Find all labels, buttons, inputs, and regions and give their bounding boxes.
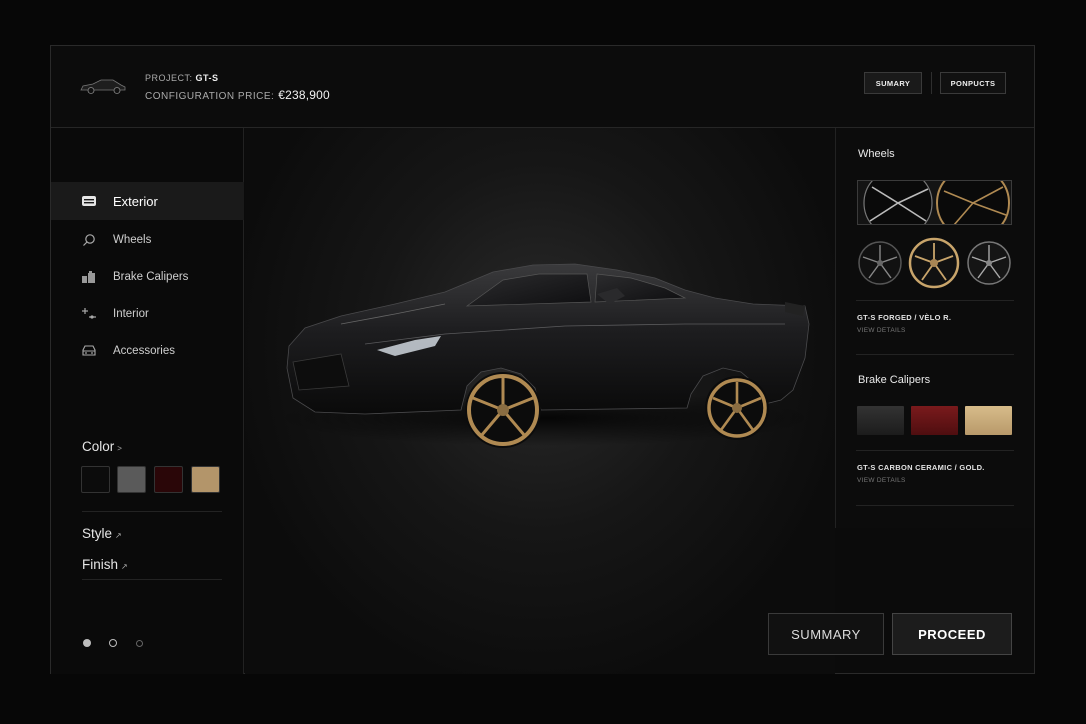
chevron-right-icon: > (117, 444, 122, 453)
pagination-dot-1[interactable] (83, 639, 91, 647)
header-bar: PROJECT: GT-S CONFIGURATION PRICE: €238,90… (51, 46, 1034, 128)
header-summary-button[interactable]: SUMARY (864, 72, 922, 94)
divider (82, 511, 222, 512)
wheel-view-details-link[interactable]: VIEW DETAILS (857, 327, 906, 334)
chevron-right-icon: ↗ (115, 531, 122, 540)
caliper-swatch-gold[interactable] (965, 406, 1012, 435)
color-swatch-black[interactable] (81, 466, 110, 493)
pagination-dot-2[interactable] (109, 639, 117, 647)
sidebar-item-exterior[interactable]: Exterior (51, 182, 244, 220)
rear-wheel (705, 376, 769, 440)
sidebar-item-label: Exterior (113, 193, 158, 209)
car-thumbnail-icon (80, 79, 126, 94)
color-swatch-gold[interactable] (191, 466, 220, 493)
seat-adjust-icon (81, 307, 97, 321)
wheel-option-black[interactable] (857, 240, 903, 286)
sidebar-item-label: Brake Calipers (113, 271, 189, 283)
divider (856, 300, 1014, 301)
style-label-text: Style (82, 526, 113, 541)
selected-caliper-name: GT-S CARBON CERAMIC / GOLD. (857, 463, 985, 472)
summary-button[interactable]: SUMMARY (768, 613, 884, 655)
sidebar-item-label: Wheels (113, 234, 152, 246)
project-name: GT-S (195, 73, 219, 83)
proceed-button[interactable]: PROCEED (892, 613, 1012, 655)
configurator-window: PROJECT: GT-S CONFIGURATION PRICE: €238,90… (50, 45, 1035, 674)
divider (856, 354, 1014, 355)
sidebar: Exterior Wheels Brake Calipers Interior … (51, 128, 244, 674)
sidebar-item-accessories[interactable]: Accessories (51, 332, 244, 370)
sidebar-item-interior[interactable]: Interior (51, 295, 244, 333)
wheels-title: Wheels (858, 148, 895, 160)
caliper-icon (81, 270, 97, 284)
selected-wheel-name: GT-S FORGED / VÈLO R. (857, 313, 952, 322)
divider (856, 505, 1014, 506)
caliper-swatch-black[interactable] (857, 406, 904, 435)
finish-section-label[interactable]: Finish ↗ (82, 557, 128, 572)
sidebar-item-label: Accessories (113, 345, 175, 357)
brake-calipers-title: Brake Calipers (858, 374, 931, 386)
wheel-option-gold-selected[interactable] (908, 237, 960, 289)
header-products-button[interactable]: PONPUCTS (940, 72, 1006, 94)
car-render-image (275, 263, 815, 448)
color-section-label[interactable]: Color > (82, 439, 122, 454)
color-swatch-burgundy[interactable] (154, 466, 183, 493)
car-front-icon (81, 344, 97, 358)
wheel-option-grey[interactable] (966, 240, 1012, 286)
chevron-right-icon: ↗ (121, 562, 128, 571)
style-section-label[interactable]: Style ↗ (82, 526, 122, 541)
price-value: €238,900 (278, 88, 330, 102)
finish-label-text: Finish (82, 557, 119, 572)
divider (82, 579, 222, 580)
sidebar-item-brake-calipers[interactable]: Brake Calipers (51, 258, 244, 296)
caliper-swatch-red[interactable] (911, 406, 958, 435)
divider (856, 450, 1014, 451)
price-line: CONFIGURATION PRICE: €238,900 (145, 88, 330, 102)
sidebar-item-wheels[interactable]: Wheels (51, 221, 244, 259)
options-panel: Wheels GT-S FORGED / VÈLO R. VIEW DETAIL… (835, 128, 1034, 528)
pagination-dot-3[interactable] (136, 639, 143, 647)
project-line: PROJECT: GT-S (145, 73, 219, 83)
header-divider (931, 72, 932, 94)
caliper-view-details-link[interactable]: VIEW DETAILS (857, 477, 906, 484)
front-wheel (465, 372, 541, 448)
color-label-text: Color (82, 439, 115, 454)
car-preview-stage: SUMMARY PROCEED (245, 128, 1012, 674)
wheel-closeup-image[interactable] (857, 180, 1012, 225)
car-body-icon (81, 194, 97, 208)
sidebar-item-label: Interior (113, 308, 149, 320)
search-icon (81, 233, 97, 247)
color-swatch-grey[interactable] (117, 466, 146, 493)
project-label: PROJECT: (145, 73, 193, 83)
price-label: CONFIGURATION PRICE: (145, 91, 275, 102)
